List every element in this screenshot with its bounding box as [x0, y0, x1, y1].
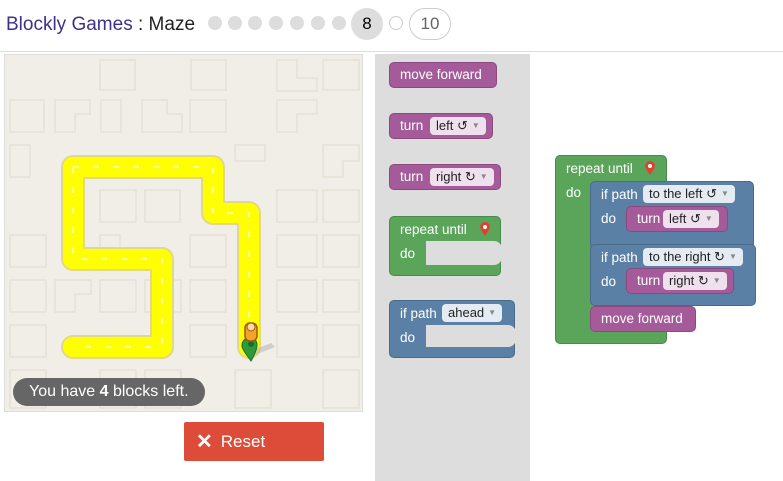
capacity-suffix: blocks left. — [108, 383, 189, 400]
title-separator: : — [132, 14, 149, 35]
dropdown-arrow-icon: ▼ — [488, 308, 497, 317]
workspace-move-forward-block[interactable]: move forward — [590, 306, 696, 332]
maze-board — [4, 54, 363, 412]
turn-direction-dropdown[interactable]: right ↻ ▼ — [663, 272, 727, 290]
do-label: do — [400, 330, 416, 345]
app-title-link[interactable]: Blockly Games — [6, 14, 133, 35]
turn-direction-dropdown[interactable]: right ↻ ▼ — [430, 168, 494, 186]
level-9-dot[interactable] — [389, 16, 403, 30]
do-label: do — [601, 274, 617, 289]
do-label: do — [400, 246, 416, 261]
dropdown-arrow-icon: ▼ — [712, 276, 721, 285]
last-level-badge[interactable]: 10 — [409, 8, 451, 40]
level-7-dot[interactable] — [332, 16, 346, 30]
block-label: turn — [637, 273, 661, 288]
dropdown-arrow-icon: ▼ — [720, 189, 729, 198]
level-4-dot[interactable] — [269, 16, 283, 30]
turn-direction-dropdown[interactable]: left ↺ ▼ — [663, 210, 719, 228]
header: Blockly Games : Maze 8 10 — [0, 0, 783, 52]
block-label: turn — [400, 169, 424, 184]
close-icon: ✕ — [196, 430, 213, 453]
maze-svg — [9, 59, 360, 409]
toolbox-repeat-until-block[interactable]: repeat until do — [389, 216, 502, 276]
block-label: if path — [400, 306, 437, 321]
path-direction-dropdown[interactable]: to the left ↺ ▼ — [643, 185, 735, 203]
block-label: repeat until — [566, 161, 633, 176]
page-title: Blockly Games : Maze — [6, 14, 195, 36]
do-label: do — [566, 185, 582, 200]
block-label: if path — [601, 187, 638, 202]
level-2-dot[interactable] — [228, 16, 242, 30]
toolbox-turn-right-block[interactable]: turn right ↻ ▼ — [389, 164, 501, 190]
toolbox: move forward turn left ↺ ▼ turn right ↻ ▼ … — [375, 54, 530, 481]
statement-slot — [426, 241, 502, 265]
game-name: Maze — [148, 14, 196, 35]
statement-slot — [426, 325, 516, 347]
block-label: turn — [400, 118, 424, 133]
toolbox-move-forward-block[interactable]: move forward — [389, 62, 497, 88]
path-direction-dropdown[interactable]: ahead ▼ — [442, 304, 503, 322]
toolbox-turn-left-block[interactable]: turn left ↺ ▼ — [389, 113, 493, 139]
toolbox-if-path-block[interactable]: if path ahead ▼ do — [389, 300, 516, 358]
level-1-dot[interactable] — [208, 16, 222, 30]
block-label: turn — [637, 211, 661, 226]
do-label: do — [601, 211, 617, 226]
workspace-turn-left-block[interactable]: turn left ↺ ▼ — [626, 206, 728, 232]
dropdown-arrow-icon: ▼ — [728, 252, 737, 261]
level-6-dot[interactable] — [311, 16, 325, 30]
workspace-turn-right-block[interactable]: turn right ↻ ▼ — [626, 268, 734, 294]
blocks-left-count: 4 — [99, 383, 109, 400]
block-label: move forward — [400, 67, 482, 82]
level-5-dot[interactable] — [290, 16, 304, 30]
current-level-badge[interactable]: 8 — [351, 8, 383, 40]
capacity-bubble: You have 4 blocks left. — [13, 378, 205, 406]
pegman-icon — [244, 322, 258, 342]
turn-direction-dropdown[interactable]: left ↺ ▼ — [430, 117, 486, 135]
dropdown-arrow-icon: ▼ — [479, 172, 488, 181]
reset-button[interactable]: ✕ Reset — [184, 422, 324, 461]
path-direction-dropdown[interactable]: to the right ↻ ▼ — [643, 248, 743, 266]
level-3-dot[interactable] — [248, 16, 262, 30]
capacity-prefix: You have — [29, 383, 100, 400]
goal-marker-icon — [480, 222, 490, 236]
dropdown-arrow-icon: ▼ — [704, 214, 713, 223]
block-label: move forward — [601, 311, 683, 326]
block-label: if path — [601, 250, 638, 265]
dropdown-arrow-icon: ▼ — [471, 121, 480, 130]
goal-marker-icon — [645, 161, 655, 175]
block-label: repeat until — [400, 222, 467, 237]
reset-label: Reset — [220, 431, 266, 451]
workspace: repeat until do if path to the left ↺ ▼ d… — [530, 54, 783, 481]
